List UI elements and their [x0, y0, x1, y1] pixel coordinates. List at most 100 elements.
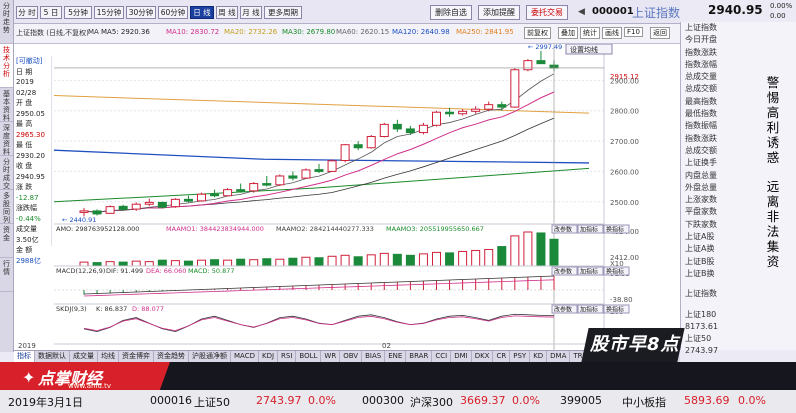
right-header: 2940.95 0.00% 0.00 [680, 0, 796, 22]
period-button[interactable]: 分 时 [16, 6, 38, 19]
period-button[interactable]: 更多周期 [264, 6, 302, 19]
candle-body [432, 111, 441, 126]
volume-bar [405, 254, 415, 267]
left-tab[interactable]: 多股同列 [0, 190, 13, 224]
indicator-tab[interactable]: 均线 [98, 351, 119, 362]
left-tab[interactable]: 基本资料 [0, 88, 13, 122]
indicator-tab[interactable]: 沪股通净额 [189, 351, 231, 362]
indicator-tab[interactable]: DKX [472, 351, 494, 362]
overlay-char: 警 [766, 75, 780, 90]
pct-label: 涨跌幅 [16, 204, 37, 212]
indicator-tab[interactable]: ENE [385, 351, 407, 362]
overlay-char: 离 [766, 194, 780, 209]
price-axis-label: 2600.00 [610, 168, 639, 176]
ticker-code: 399005 [560, 394, 602, 407]
period-button[interactable]: 15分钟 [94, 6, 124, 19]
candle-body [484, 104, 494, 110]
indicator-tab[interactable]: WR [321, 351, 341, 362]
candle-body [210, 193, 220, 197]
index-label: 上证指数 (日线,不复权) [16, 29, 89, 37]
indicator-tab[interactable]: CCI [432, 351, 452, 362]
dif-label: DIF: 91.499 [106, 267, 143, 275]
overlay-char: 惑 [766, 150, 780, 165]
left-tab[interactable]: 分时走势 [0, 0, 13, 44]
indicator-tab[interactable]: KD [530, 351, 548, 362]
dea-label: DEA: 66.060 [146, 267, 186, 275]
indicator-tab[interactable]: 资金趋势 [154, 351, 189, 362]
period-button[interactable]: 月 线 [240, 6, 262, 19]
candle-body [379, 123, 389, 138]
indicator-tab[interactable]: BIAS [362, 351, 386, 362]
left-tab[interactable]: 行情 [0, 258, 13, 292]
volume-bar [418, 253, 428, 267]
panel-button-label: 改参数 [554, 306, 572, 314]
left-tab[interactable]: 深度资料 [0, 122, 13, 156]
candle-body [79, 210, 89, 213]
ma5-line [83, 73, 555, 213]
ticker-pct: 0.0% [308, 394, 336, 407]
current-price: 2940.95 [708, 3, 763, 17]
indicator-tab[interactable]: BRAR [406, 351, 433, 362]
macd-axis-label: -38.80 [610, 296, 633, 304]
volume-bar [510, 235, 520, 267]
left-tab[interactable]: 分时成交 [0, 156, 13, 190]
amt-value: 2988亿 [16, 256, 41, 265]
period-button[interactable]: 60分钟 [158, 6, 188, 19]
period-button[interactable]: 5分钟 [64, 6, 92, 19]
indicator-tab[interactable]: RSI [278, 351, 297, 362]
indicator-tab[interactable]: 数据默认 [35, 351, 70, 362]
stock-code: 000001 [592, 6, 634, 17]
ticker-name: 中小板指 [622, 396, 666, 409]
candle-body [405, 128, 415, 134]
period-button-active[interactable]: 日 线 [190, 6, 214, 19]
panel-button-label: 改参数 [554, 268, 572, 276]
left-tab-active[interactable]: 技术分析 [0, 44, 13, 88]
stats-button[interactable]: 统计 [580, 27, 600, 39]
left-tab[interactable]: 资金 [0, 224, 13, 258]
volume-bar [536, 232, 546, 267]
back-button[interactable]: 返回 [650, 27, 670, 39]
chart-area[interactable]: 2915.12 2900.00 2800.00 2700.00 2600.00 2500.… [14, 43, 680, 350]
open-value: 2950.05 [16, 109, 45, 118]
volume-bar [353, 256, 363, 267]
indicator-tab[interactable]: DMA [547, 351, 571, 362]
indicator-tab[interactable]: 成交量 [70, 351, 98, 362]
vol-value: 3.50亿 [16, 235, 39, 244]
warning-overlay-text: 警惕高利诱惑 远离非法集资 [755, 75, 791, 269]
ticker-value: 2743.97 [256, 394, 302, 407]
volume-bar [314, 257, 324, 267]
indicator-tab[interactable]: BOLL [296, 351, 322, 362]
indicator-tab[interactable]: 指标 [14, 351, 35, 362]
candle-body [536, 60, 546, 65]
overlay-char: 法 [766, 224, 780, 239]
f10-button[interactable]: F10 [624, 27, 643, 37]
indicator-tab[interactable]: 资金博弈 [119, 351, 154, 362]
close-label: 收 盘 [16, 162, 33, 170]
indicator-tab[interactable]: CR [493, 351, 511, 362]
draw-button[interactable]: 画线 [602, 27, 622, 39]
volume-bar [366, 254, 376, 267]
adjust-dropdown[interactable]: 前复权 [524, 27, 551, 39]
quote-field [681, 301, 796, 309]
candlestick-chart-svg[interactable]: 2915.122900.002800.002700.002600.002500.… [14, 43, 680, 350]
indicator-tab[interactable]: OBV [340, 351, 363, 362]
volume-bar [288, 257, 298, 267]
remove-watchlist-button[interactable]: 删除自选 [430, 5, 472, 20]
indicator-tab[interactable]: DMI [451, 351, 472, 362]
indicator-tab[interactable]: PSY [510, 351, 531, 362]
overlay-char: 集 [766, 239, 780, 254]
overlay-char: 利 [766, 120, 780, 135]
period-button[interactable]: 30分钟 [126, 6, 156, 19]
period-button[interactable]: 周 线 [216, 6, 238, 19]
prev-arrow-icon[interactable]: ◀ [578, 7, 585, 17]
price-axis-label: 2800.00 [610, 108, 639, 116]
volume-bar [183, 260, 193, 267]
indicator-tab[interactable]: MACD [231, 351, 259, 362]
trade-button[interactable]: 委托交易 [526, 5, 568, 20]
quote-field: 2743.97 [685, 346, 719, 356]
candle-body [118, 205, 128, 210]
overlay-button[interactable]: 叠加 [558, 27, 578, 39]
add-alert-button[interactable]: 添加提醒 [478, 5, 520, 20]
indicator-tab[interactable]: KDJ [259, 351, 279, 362]
period-button[interactable]: 5 日 [40, 6, 62, 19]
